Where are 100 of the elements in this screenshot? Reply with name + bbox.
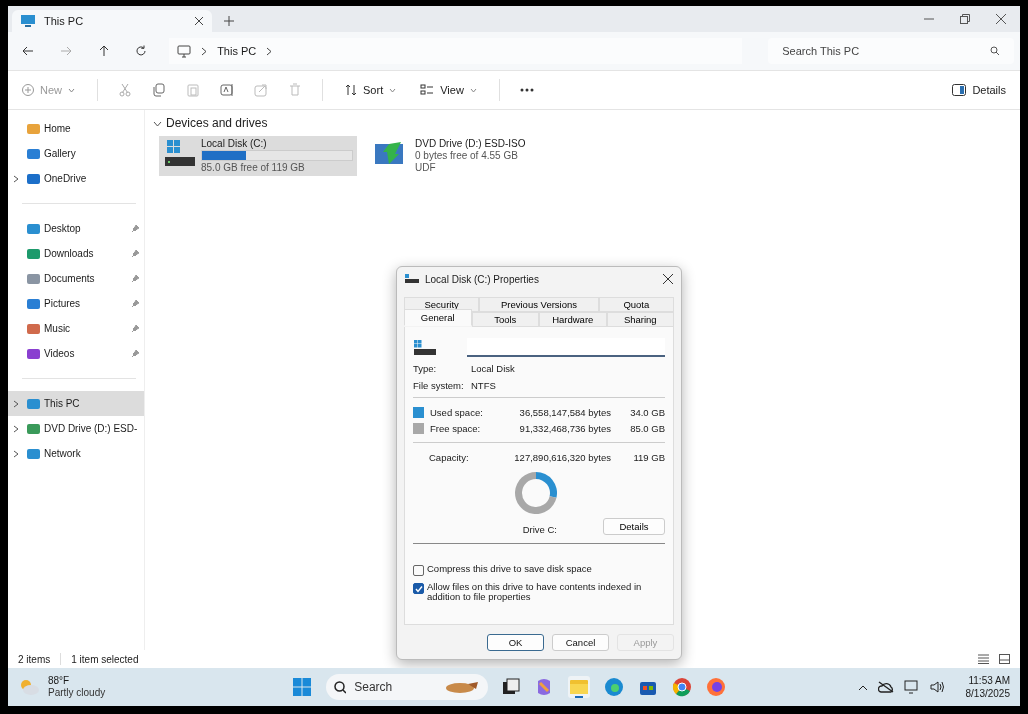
close-icon[interactable] — [996, 14, 1006, 24]
close-icon[interactable] — [663, 274, 673, 284]
byte-count: 36,558,147,584 bytes — [518, 406, 611, 418]
copy-icon[interactable] — [152, 83, 166, 97]
dialog-tab[interactable]: Sharing — [606, 312, 674, 327]
hard-drive-icon — [163, 138, 195, 168]
dialog-tab[interactable]: Quota — [598, 297, 674, 312]
dialog-button[interactable]: Cancel — [552, 633, 609, 651]
drive-tile[interactable]: DVD Drive (D:) ESD-ISO 0 bytes free of 4.55 GB UDF — [369, 136, 567, 176]
pin-icon[interactable] — [131, 249, 140, 258]
breadcrumb[interactable]: This PC — [217, 45, 257, 57]
space-label: Used space: — [430, 406, 484, 418]
list-view-icon[interactable] — [978, 654, 989, 664]
close-icon[interactable] — [194, 16, 204, 26]
chevron-icon — [153, 121, 162, 127]
window-tab[interactable]: This PC — [12, 10, 212, 32]
sidebar-item[interactable]: Home — [8, 116, 144, 141]
sidebar-item[interactable]: Network — [8, 441, 144, 466]
tab-title: This PC — [44, 15, 85, 27]
start-icon[interactable] — [292, 677, 312, 697]
selection-count: 1 item selected — [71, 653, 139, 665]
chevron-icon[interactable] — [12, 174, 19, 183]
folder-icon[interactable] — [568, 676, 590, 698]
search-input[interactable]: Search — [352, 679, 437, 695]
size-value: 34.0 GB — [629, 406, 665, 418]
tile-view-icon[interactable] — [999, 654, 1010, 664]
hard-drive-icon — [413, 339, 437, 357]
sidebar-item[interactable]: OneDrive — [8, 166, 144, 191]
space-label: Capacity: — [428, 451, 470, 463]
panel-icon — [952, 84, 967, 96]
drive-detail: 0 bytes free of 4.55 GB — [415, 150, 519, 161]
group-header[interactable]: Devices and drives — [153, 116, 1012, 130]
browser-icon[interactable] — [706, 677, 726, 697]
caret-icon — [469, 87, 477, 93]
plus-icon — [22, 84, 34, 96]
view-button[interactable]: View — [418, 82, 479, 98]
drive-label: Drive C: — [522, 523, 557, 535]
browser-icon[interactable] — [672, 677, 692, 697]
temperature: 88°F — [48, 675, 71, 687]
details-button[interactable]: Details — [603, 517, 665, 535]
sidebar-item[interactable]: Desktop — [8, 216, 144, 241]
dialog-tab[interactable]: Previous Versions — [479, 297, 599, 312]
pin-icon[interactable] — [131, 349, 140, 358]
drive-tile[interactable]: Local Disk (C:) 85.0 GB free of 119 GB — [159, 136, 357, 176]
pin-icon[interactable] — [131, 224, 140, 233]
refresh-icon[interactable] — [135, 45, 148, 57]
up-arrow-icon[interactable] — [97, 45, 110, 57]
task-view-icon[interactable] — [502, 678, 520, 696]
space-label: Free space: — [430, 422, 482, 434]
sidebar-item[interactable]: Documents — [8, 266, 144, 291]
checkbox[interactable] — [413, 565, 424, 576]
chevron-icon[interactable] — [266, 46, 273, 56]
pin-icon[interactable] — [131, 324, 140, 333]
more-icon[interactable] — [519, 88, 534, 92]
pin-icon[interactable] — [131, 299, 140, 308]
new-tab-icon[interactable] — [224, 16, 234, 26]
sort-icon — [345, 84, 357, 96]
drive-name: DVD Drive (D:) ESD-ISO — [415, 138, 527, 149]
taskbar-search[interactable]: Search — [326, 674, 488, 700]
dialog-tab[interactable]: General — [404, 309, 472, 326]
chevron-icon[interactable] — [12, 424, 19, 433]
search-field[interactable]: Search This PC — [768, 38, 1015, 64]
checkbox[interactable] — [413, 583, 424, 594]
dialog-tab[interactable]: Hardware — [539, 312, 607, 327]
restore-icon[interactable] — [960, 14, 970, 24]
chevron-icon[interactable] — [12, 399, 19, 408]
sidebar-item[interactable]: This PC — [8, 391, 144, 416]
clock-date[interactable]: 8/13/2025 — [965, 687, 1010, 700]
sidebar-item[interactable]: Pictures — [8, 291, 144, 316]
sidebar-item[interactable]: Videos — [8, 341, 144, 366]
property-value: NTFS — [471, 380, 496, 391]
sidebar-item[interactable]: Gallery — [8, 141, 144, 166]
rename-icon[interactable] — [220, 83, 234, 97]
dialog-tab[interactable]: Tools — [471, 312, 539, 327]
byte-count: 91,332,468,736 bytes — [518, 422, 611, 434]
address-bar[interactable]: This PC — [169, 38, 743, 64]
drive-label-field[interactable] — [467, 338, 665, 357]
drive-detail: 85.0 GB free of 119 GB — [201, 162, 306, 173]
item-count: 2 items — [18, 653, 51, 665]
back-arrow-icon[interactable] — [22, 45, 34, 57]
caret-icon[interactable] — [857, 683, 868, 691]
property-label: Type: — [413, 363, 438, 374]
sidebar-item[interactable]: DVD Drive (D:) ESD- — [8, 416, 144, 441]
clock-time[interactable]: 11:53 AM — [968, 674, 1010, 687]
search-input[interactable]: Search This PC — [780, 44, 991, 58]
browser-icon[interactable] — [604, 677, 624, 697]
chevron-icon[interactable] — [12, 449, 19, 458]
size-value: 85.0 GB — [629, 422, 665, 434]
property-label: File system: — [413, 380, 465, 391]
chevron-icon[interactable] — [201, 46, 208, 56]
drive-name: Local Disk (C:) — [201, 138, 268, 149]
sidebar-item[interactable]: Downloads — [8, 241, 144, 266]
dialog-button[interactable]: OK — [487, 633, 544, 651]
sort-button[interactable]: Sort — [343, 82, 399, 98]
speaker-icon[interactable] — [929, 680, 946, 694]
search-icon — [990, 46, 1001, 56]
sidebar-item[interactable]: Music — [8, 316, 144, 341]
pin-icon[interactable] — [131, 274, 140, 283]
search-icon — [334, 680, 347, 694]
details-button[interactable]: Details — [950, 82, 1008, 98]
